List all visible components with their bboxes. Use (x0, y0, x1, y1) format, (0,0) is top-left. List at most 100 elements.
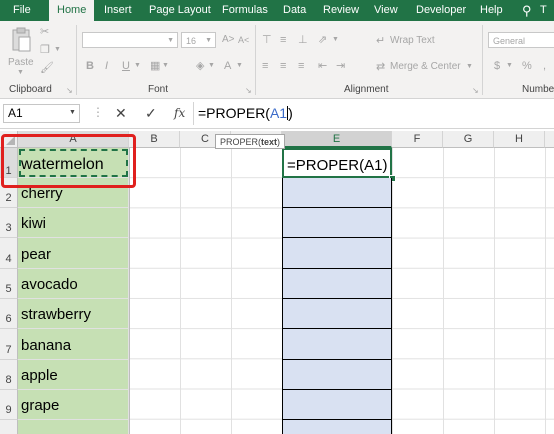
tab-help[interactable]: Help (480, 0, 503, 21)
tab-data[interactable]: Data (283, 0, 306, 21)
underline-icon[interactable]: U (122, 59, 130, 73)
enter-icon[interactable]: ✓ (145, 105, 157, 122)
tab-view[interactable]: View (374, 0, 398, 21)
chevron-down-icon[interactable]: ▼ (466, 60, 473, 74)
column-header-h[interactable]: H (494, 131, 545, 148)
merge-center-icon[interactable]: ⇄ (376, 60, 385, 74)
cell-e8[interactable] (282, 360, 392, 390)
orientation-icon[interactable]: ⇗ (318, 33, 327, 47)
cell-a8[interactable]: apple (18, 360, 129, 390)
row-header-4[interactable]: 4 (0, 238, 18, 269)
insert-function-icon[interactable]: fx (174, 106, 185, 120)
column-header-f[interactable]: F (392, 131, 443, 148)
format-painter-icon[interactable]: 🖌 (40, 61, 54, 75)
dialog-launcher-icon[interactable]: ↘ (245, 84, 252, 98)
row-header-10[interactable] (0, 420, 18, 434)
borders-icon[interactable]: ▦ (150, 59, 160, 73)
chevron-down-icon[interactable]: ▼ (332, 33, 339, 47)
cell-e3[interactable] (282, 208, 392, 238)
align-top-icon[interactable]: ⊤ (262, 33, 272, 47)
align-bottom-icon[interactable]: ⊥ (298, 33, 308, 47)
number-format-value: General (493, 36, 526, 46)
chevron-down-icon[interactable]: ▼ (162, 59, 169, 73)
chevron-down-icon[interactable]: ▼ (54, 43, 61, 57)
cut-icon[interactable]: ✂ (40, 25, 49, 39)
chevron-down-icon[interactable]: ▼ (208, 59, 215, 73)
copy-icon[interactable]: ❐ (40, 43, 50, 57)
lightbulb-icon[interactable]: ⚲ (522, 0, 532, 21)
chevron-down-icon[interactable]: ▼ (236, 59, 243, 73)
tooltip-argument[interactable]: text (261, 137, 277, 147)
ribbon-home: Paste ▼ ✂ ❐ ▼ 🖌 Clipboard ↘ ▼ 16 ▼ A˃ A˂… (0, 21, 554, 99)
cell-e5[interactable] (282, 269, 392, 299)
chevron-down-icon[interactable]: ▼ (134, 59, 141, 73)
cell-e4[interactable] (282, 238, 392, 269)
cell-e6[interactable] (282, 299, 392, 329)
tab-insert[interactable]: Insert (104, 0, 132, 21)
dialog-launcher-icon[interactable]: ↘ (472, 84, 479, 98)
cell-a4[interactable]: pear (18, 238, 129, 269)
align-middle-icon[interactable]: ≡ (280, 33, 286, 47)
row-header-5[interactable]: 5 (0, 269, 18, 299)
row-header-8[interactable]: 8 (0, 360, 18, 390)
bold-icon[interactable]: B (86, 59, 94, 73)
tab-formulas[interactable]: Formulas (222, 0, 268, 21)
decrease-indent-icon[interactable]: ⇤ (318, 59, 327, 73)
increase-indent-icon[interactable]: ⇥ (336, 59, 345, 73)
formula-input[interactable]: =PROPER(A1) (198, 105, 293, 121)
cell-e10[interactable] (282, 420, 392, 434)
cell-a3[interactable]: kiwi (18, 208, 129, 238)
align-center-icon[interactable]: ≡ (280, 59, 286, 73)
font-name-combo[interactable]: ▼ (82, 32, 178, 48)
comma-style-icon[interactable]: , (543, 59, 546, 73)
currency-icon[interactable]: $ (494, 59, 500, 73)
percent-icon[interactable]: % (522, 59, 532, 73)
column-header-e[interactable]: E (282, 131, 392, 148)
align-left-icon[interactable]: ≡ (262, 59, 268, 73)
tab-file[interactable]: File (13, 0, 31, 21)
wrap-text-icon[interactable]: ↵ (376, 34, 385, 48)
increase-font-icon[interactable]: A˃ (222, 33, 235, 47)
cell-a10[interactable] (18, 420, 129, 434)
dialog-launcher-icon[interactable]: ↘ (66, 84, 73, 98)
formula-bar: A1 ▼ ⋮ ✕ ✓ fx =PROPER(A1) (0, 99, 554, 129)
wrap-text-button[interactable]: Wrap Text (390, 34, 435, 48)
row-header-6[interactable]: 6 (0, 299, 18, 329)
cell-a5[interactable]: avocado (18, 269, 129, 299)
merge-center-button[interactable]: Merge & Center (390, 60, 461, 74)
chevron-down-icon: ▼ (205, 37, 212, 44)
chevron-down-icon[interactable]: ▼ (506, 59, 513, 73)
fill-color-icon[interactable]: ◈ (196, 59, 204, 73)
paste-button[interactable]: Paste ▼ (8, 27, 34, 77)
cancel-icon[interactable]: ✕ (115, 105, 127, 122)
cell-e9[interactable] (282, 390, 392, 420)
group-font-label: Font (148, 84, 169, 95)
column-header-b[interactable]: B (129, 131, 180, 148)
font-color-icon[interactable]: A (224, 59, 231, 73)
cell-a6[interactable]: strawberry (18, 299, 129, 329)
font-size-combo[interactable]: 16 ▼ (181, 32, 216, 48)
gridlines-f-i (392, 148, 554, 434)
row-header-9[interactable]: 9 (0, 390, 18, 420)
column-header-i[interactable] (545, 131, 554, 148)
column-header-g[interactable]: G (443, 131, 494, 148)
cell-e1-active[interactable]: =PROPER(A1) (282, 148, 392, 178)
tell-me-label[interactable]: T (540, 0, 547, 21)
row-header-7[interactable]: 7 (0, 329, 18, 360)
tab-review[interactable]: Review (323, 0, 359, 21)
decrease-font-icon[interactable]: A˂ (238, 33, 249, 47)
tab-developer[interactable]: Developer (416, 0, 466, 21)
cell-a9[interactable]: grape (18, 390, 129, 420)
number-format-combo[interactable]: General (488, 32, 554, 48)
formula-bar-grip-icon[interactable]: ⋮ (92, 105, 104, 119)
tooltip-function-name[interactable]: PROPER( (220, 137, 261, 147)
align-right-icon[interactable]: ≡ (298, 59, 304, 73)
cell-a7[interactable]: banana (18, 329, 129, 360)
tab-home[interactable]: Home (49, 0, 95, 22)
italic-icon[interactable]: I (105, 59, 108, 73)
tab-page-layout[interactable]: Page Layout (149, 0, 211, 21)
cell-e7[interactable] (282, 329, 392, 360)
cell-e2[interactable] (282, 178, 392, 208)
row-header-3[interactable]: 3 (0, 208, 18, 238)
chevron-down-icon[interactable]: ▼ (69, 109, 76, 116)
